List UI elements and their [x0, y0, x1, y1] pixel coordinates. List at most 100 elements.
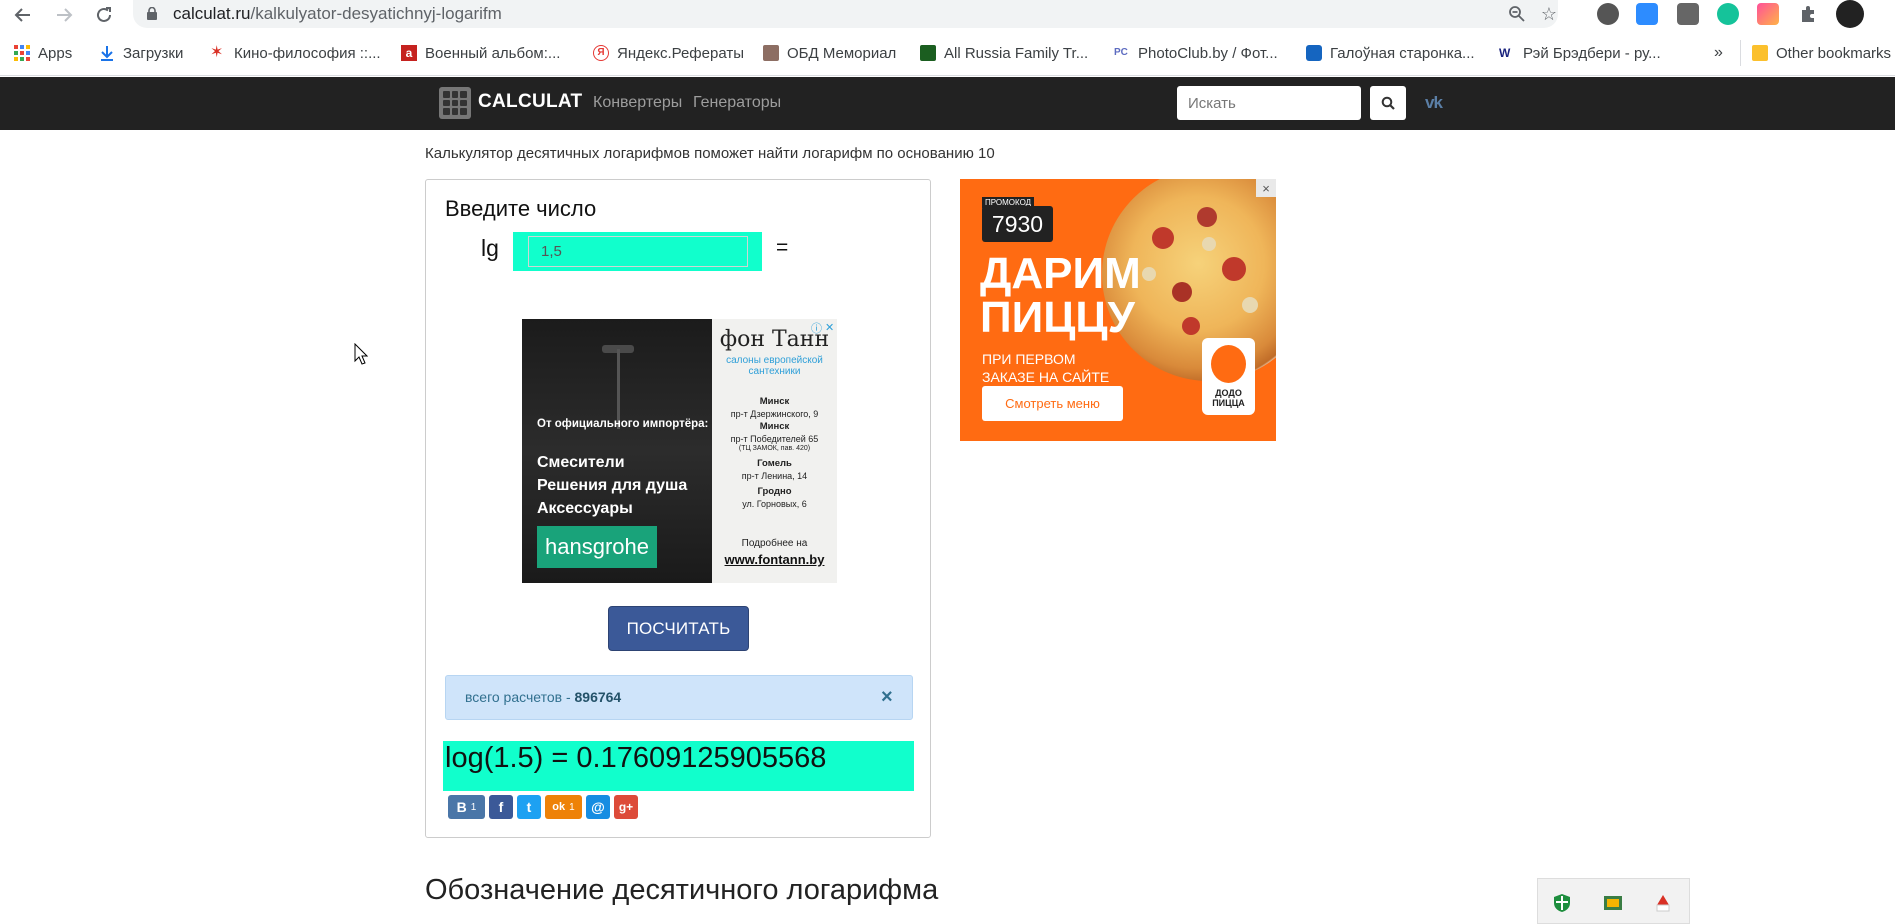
store-address: ул. Горновых, 6: [742, 499, 807, 509]
wiki-icon: [1306, 45, 1322, 61]
grammarly-icon[interactable]: [1717, 3, 1739, 25]
extension-icon[interactable]: [1597, 3, 1619, 25]
ad-info-panel: фон Танн салоны европейской сантехники М…: [712, 319, 837, 583]
ad-product-item: Аксессуары: [537, 500, 633, 517]
bookmark-downloads[interactable]: Загрузки: [99, 43, 183, 63]
pc-icon: PC: [1114, 47, 1128, 58]
store-city: Гродно: [757, 486, 792, 497]
store-city: Минск: [759, 396, 790, 407]
system-tray-widget: [1537, 878, 1690, 924]
store-address: пр-т Ленина, 14: [741, 471, 808, 481]
bookmarks-divider: [1740, 40, 1741, 66]
result-display: log(1.5) = 0.17609125905568: [443, 741, 914, 791]
calculate-button[interactable]: ПОСЧИТАТЬ: [608, 606, 749, 651]
calculator-panel: Введите число lg = От официального импор…: [425, 179, 931, 838]
calculations-count-alert: всего расчетов - 896764 ×: [445, 675, 913, 720]
ad-info-icon[interactable]: ⓘ: [811, 320, 822, 336]
ad-more-label: Подробнее на: [741, 538, 808, 549]
right-ad-close-icon[interactable]: ×: [1256, 179, 1276, 197]
folder-icon: [1752, 45, 1768, 61]
mouse-cursor-icon: [354, 343, 368, 365]
back-icon[interactable]: [11, 3, 35, 27]
search-icon: [1381, 96, 1395, 110]
share-googleplus-button[interactable]: g+: [614, 795, 638, 819]
film-icon[interactable]: [1603, 893, 1623, 913]
share-facebook-button[interactable]: f: [489, 795, 513, 819]
star-icon[interactable]: ☆: [1538, 3, 1560, 25]
bookmark-other[interactable]: Other bookmarks: [1752, 43, 1891, 63]
ad-subtitle: От официального импортёра:: [537, 418, 709, 430]
equals-sign: =: [776, 236, 789, 259]
nav-converters[interactable]: Конвертеры: [593, 94, 682, 112]
tree-icon: [920, 45, 936, 61]
promo-subtext: ПРИ ПЕРВОМ ЗАКАЗЕ НА САЙТЕ: [982, 351, 1110, 385]
bookmark-photoclub[interactable]: PC PhotoClub.by / Фот...: [1114, 43, 1278, 63]
ad-photo-panel: От официального импортёра: Смесители Реш…: [522, 319, 712, 583]
alert-close-icon[interactable]: ×: [881, 686, 893, 709]
forward-icon[interactable]: [52, 3, 76, 27]
calculator-logo-icon[interactable]: [439, 87, 471, 119]
bookmark-apps[interactable]: Apps: [14, 43, 72, 63]
bookmark-bradbury[interactable]: W Рэй Брэдбери - ру...: [1499, 43, 1661, 63]
share-twitter-button[interactable]: t: [517, 795, 541, 819]
memorial-icon: [763, 45, 779, 61]
site-search-input[interactable]: [1177, 86, 1361, 120]
section-heading: Обозначение десятичного логарифма: [425, 874, 939, 906]
fontann-ad[interactable]: От официального импортёра: Смесители Реш…: [522, 319, 837, 583]
download-icon: [99, 45, 115, 61]
promo-code: 7930: [982, 206, 1053, 242]
zoom-icon[interactable]: [1506, 3, 1528, 25]
bookmark-yandex[interactable]: Я Яндекс.Рефераты: [593, 43, 744, 63]
share-odnoklassniki-button[interactable]: ok 1: [545, 795, 582, 819]
view-menu-button[interactable]: Смотреть меню: [982, 386, 1123, 421]
fontann-tagline: салоны европейской сантехники: [726, 355, 823, 377]
apps-grid-icon: [14, 45, 30, 61]
store-address: пр-т Дзержинского, 9: [730, 409, 819, 419]
bookmark-galounaya[interactable]: Галоўная старонка...: [1306, 43, 1475, 63]
store-city: Гомель: [757, 458, 792, 469]
bookmark-family-tree[interactable]: All Russia Family Tr...: [920, 43, 1088, 63]
ad-product-list: Смесители Решения для душа Аксессуары: [537, 451, 687, 520]
reload-icon[interactable]: [92, 3, 116, 27]
bookmarks-bar: Apps Загрузки ✶ Кино-философия ::... a В…: [0, 30, 1895, 76]
book-icon: W: [1499, 46, 1511, 60]
color-extension-icon[interactable]: [1757, 3, 1779, 25]
zoom-app-icon[interactable]: [1636, 3, 1658, 25]
site-navbar: CALCULAT Конвертеры Генераторы vk: [0, 77, 1895, 130]
selenium-icon[interactable]: [1677, 3, 1699, 25]
url-text: calculat.ru/kalkulyator-desyatichnyj-log…: [173, 4, 502, 23]
bookmark-kino[interactable]: ✶ Кино-философия ::...: [210, 43, 381, 63]
dodo-bird-icon: [1211, 345, 1246, 383]
nav-generators[interactable]: Генераторы: [693, 94, 781, 112]
site-logo[interactable]: CALCULAT: [478, 91, 582, 113]
ad-close-icon[interactable]: ✕: [825, 321, 834, 334]
store-addresses: Минск пр-т Дзержинского, 9 Минск пр-т По…: [712, 395, 837, 510]
star-favicon-icon: ✶: [210, 44, 224, 61]
share-mail-button[interactable]: @: [586, 795, 610, 819]
bookmark-obd[interactable]: ОБД Мемориал: [763, 43, 896, 63]
dodo-pizza-ad[interactable]: ПРОМОКОД 7930 ДАРИМ ПИЦЦУ ПРИ ПЕРВОМ ЗАК…: [960, 179, 1276, 441]
number-input[interactable]: [528, 236, 748, 267]
bookmark-voenny-albom[interactable]: a Военный альбом:...: [401, 43, 560, 63]
store-city: Минск: [759, 421, 790, 432]
share-vk-button[interactable]: В1: [448, 795, 485, 819]
ad-product-item: Решения для душа: [537, 477, 688, 494]
ad-url-link[interactable]: www.fontann.by: [712, 552, 837, 567]
puzzle-icon[interactable]: [1797, 3, 1819, 25]
vk-icon[interactable]: vk: [1425, 93, 1443, 113]
profile-avatar[interactable]: [1836, 0, 1864, 28]
shield-icon[interactable]: [1552, 893, 1572, 913]
yandex-icon: Я: [593, 45, 609, 61]
lg-label: lg: [481, 235, 499, 261]
alert-text: всего расчетов - 896764: [465, 689, 622, 705]
intro-text: Калькулятор десятичных логарифмов поможе…: [425, 145, 995, 162]
dodo-pizza-logo: ДОДО ПИЦЦА: [1202, 338, 1255, 415]
calculations-count: 896764: [574, 689, 622, 705]
address-bar[interactable]: calculat.ru/kalkulyator-desyatichnyj-log…: [133, 0, 1558, 28]
santa-icon[interactable]: [1653, 893, 1673, 913]
search-button[interactable]: [1370, 86, 1406, 120]
shower-pipe-image: [617, 349, 620, 429]
ad-product-item: Смесители: [537, 454, 625, 471]
more-bookmarks-chevron[interactable]: »: [1714, 43, 1723, 63]
hansgrohe-logo: hansgrohe: [537, 526, 657, 568]
